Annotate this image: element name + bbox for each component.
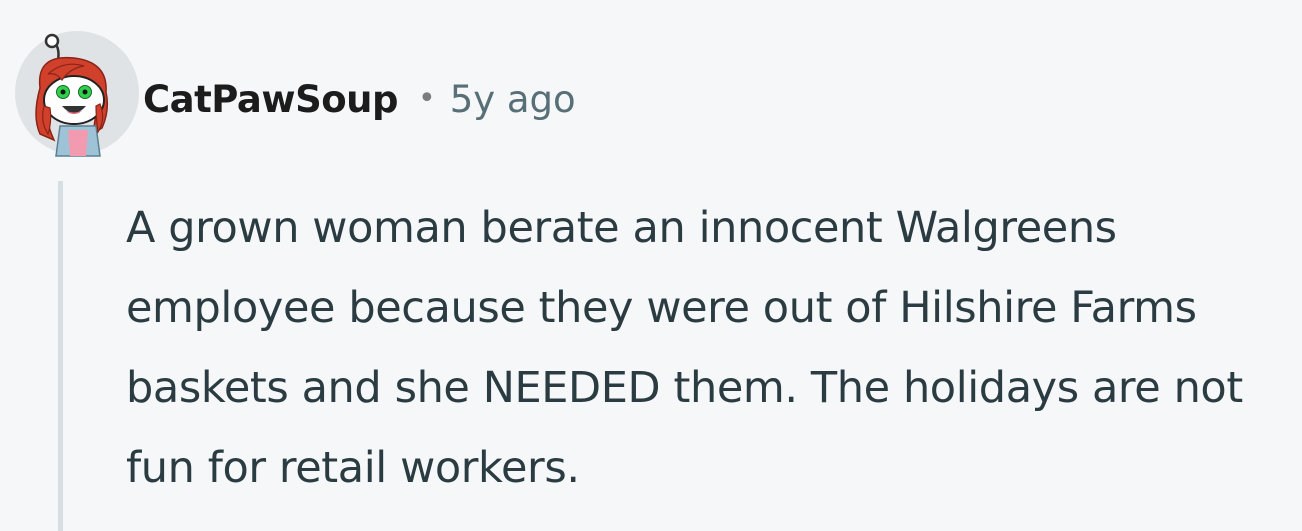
comment-body: A grown woman berate an innocent Walgree…: [126, 203, 1243, 493]
comment-header: CatPawSoup • 5y ago: [143, 71, 576, 127]
comment-timestamp[interactable]: 5y ago: [450, 78, 576, 121]
comment: CatPawSoup • 5y ago A grown woman berate…: [0, 0, 1302, 531]
thread-line[interactable]: [58, 181, 63, 531]
separator-dot: •: [417, 81, 436, 116]
username-link[interactable]: CatPawSoup: [143, 78, 398, 121]
snoo-avatar-icon[interactable]: [14, 30, 140, 157]
